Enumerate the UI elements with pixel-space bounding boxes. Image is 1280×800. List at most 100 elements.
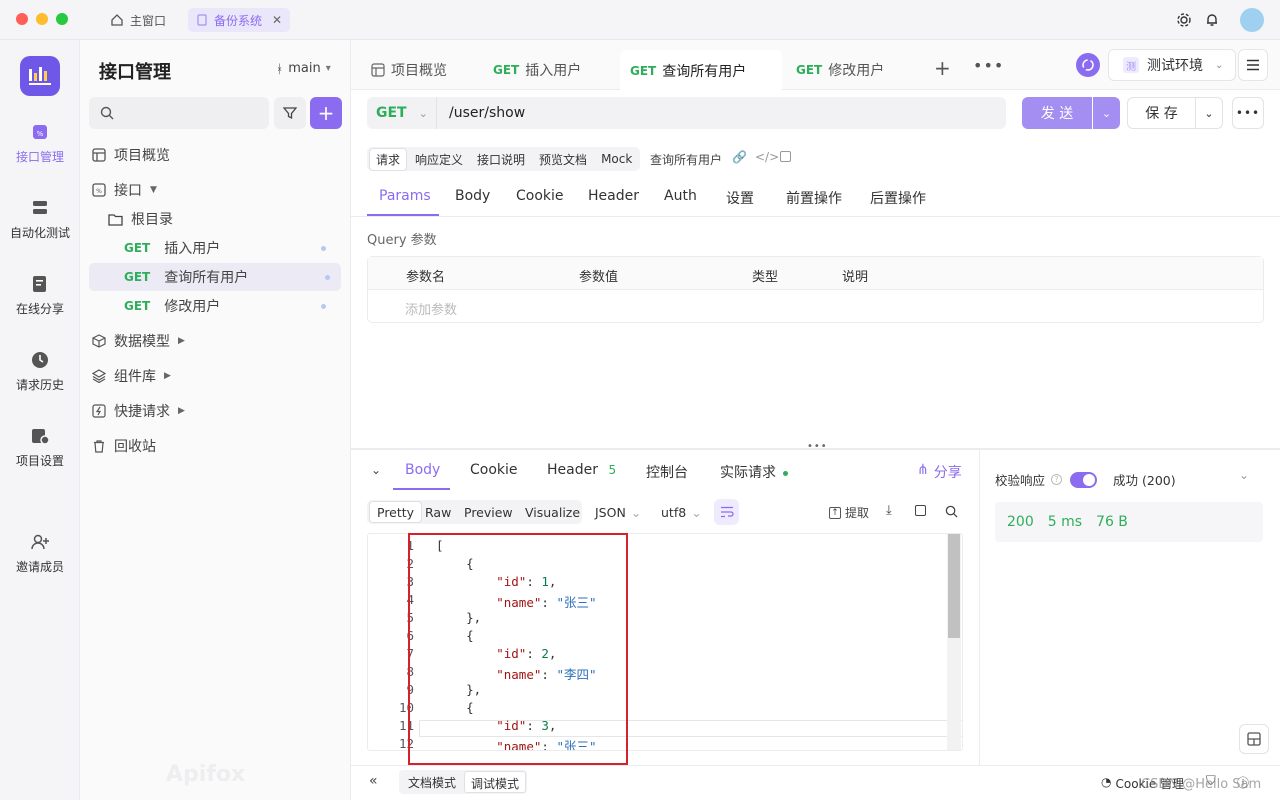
zoom-window-button[interactable] bbox=[56, 13, 68, 25]
filter-button[interactable] bbox=[274, 97, 306, 129]
more-tabs-icon[interactable]: ••• bbox=[973, 56, 1004, 75]
method-badge: GET bbox=[124, 299, 151, 313]
param-tab-header[interactable]: Header bbox=[588, 188, 639, 204]
window-tab-main[interactable]: 主窗口 bbox=[102, 8, 174, 32]
param-tab-auth[interactable]: Auth bbox=[664, 188, 697, 204]
branch-selector[interactable]: ᚼ main ▾ bbox=[276, 61, 331, 76]
nav-history[interactable]: 请求历史 bbox=[0, 350, 80, 393]
chevron-down-icon: ⌄ bbox=[418, 106, 428, 120]
add-button[interactable]: + bbox=[310, 97, 342, 129]
window-tab-backup[interactable]: 备份系统 ✕ bbox=[188, 8, 291, 32]
param-tab-params[interactable]: Params bbox=[379, 188, 431, 204]
tab-insert-user[interactable]: GET 插入用户 bbox=[483, 50, 618, 90]
tree-overview[interactable]: 项目概览 bbox=[92, 141, 170, 169]
view-raw[interactable]: Raw bbox=[418, 500, 458, 524]
param-tab-settings[interactable]: 设置 bbox=[726, 188, 754, 208]
code-icon[interactable]: </> bbox=[755, 150, 779, 164]
tree-endpoint-list[interactable]: GET 查询所有用户 bbox=[89, 263, 341, 291]
link-icon[interactable]: 🔗 bbox=[732, 150, 747, 164]
subtab-response-def[interactable]: 响应定义 bbox=[409, 149, 469, 170]
encoding-select[interactable]: utf8 ⌄ bbox=[654, 500, 709, 524]
param-tab-pre[interactable]: 前置操作 bbox=[786, 188, 842, 208]
nav-invite[interactable]: 邀请成员 bbox=[0, 532, 80, 575]
nav-automation[interactable]: 自动化测试 bbox=[0, 198, 80, 241]
download-icon[interactable]: ⤓ bbox=[886, 503, 892, 518]
view-preview[interactable]: Preview bbox=[457, 500, 520, 524]
sync-icon[interactable] bbox=[1076, 53, 1100, 77]
response-tab-cookie[interactable]: Cookie bbox=[470, 462, 518, 478]
tree-root-folder[interactable]: 根目录 bbox=[108, 205, 173, 233]
extract-button[interactable]: ↑ 提取 bbox=[829, 504, 869, 521]
tab-update-user[interactable]: GET 修改用户 bbox=[786, 50, 921, 90]
collapse-icon[interactable]: ⌄ bbox=[371, 463, 381, 477]
nav-share[interactable]: 在线分享 bbox=[0, 274, 80, 317]
subtab-mock[interactable]: Mock bbox=[595, 150, 638, 168]
subtab-preview-doc[interactable]: 预览文档 bbox=[533, 149, 593, 170]
doc-mode-button[interactable]: 文档模式 bbox=[400, 771, 464, 793]
save-button[interactable]: 保 存 bbox=[1127, 97, 1196, 129]
param-tab-post[interactable]: 后置操作 bbox=[870, 188, 926, 208]
debug-mode-button[interactable]: 调试模式 bbox=[464, 771, 527, 793]
search-icon[interactable] bbox=[945, 505, 958, 518]
tree-endpoint-update[interactable]: GET 修改用户 bbox=[124, 292, 334, 320]
nav-settings[interactable]: 项目设置 bbox=[0, 426, 80, 469]
caret-right-icon: ▶ bbox=[178, 406, 185, 416]
wrap-button[interactable] bbox=[714, 499, 739, 525]
layout-toggle-button[interactable] bbox=[1239, 724, 1269, 754]
menu-button[interactable] bbox=[1238, 49, 1268, 81]
share-button[interactable]: ⋔ 分享 bbox=[917, 462, 962, 482]
tree-api[interactable]: % 接口 ▼ bbox=[92, 176, 157, 204]
drag-handle-icon[interactable]: ••• bbox=[807, 441, 828, 452]
param-tab-cookie[interactable]: Cookie bbox=[516, 188, 564, 204]
tab-label: 插入用户 bbox=[525, 63, 582, 79]
search-input[interactable] bbox=[89, 97, 269, 129]
hamburger-icon bbox=[1247, 59, 1259, 71]
format-select[interactable]: JSON ⌄ bbox=[588, 500, 648, 524]
collapse-sidebar-icon[interactable]: « bbox=[369, 773, 378, 789]
close-window-button[interactable] bbox=[16, 13, 28, 25]
tree-trash[interactable]: 回收站 bbox=[92, 432, 156, 460]
response-tab-console[interactable]: 控制台 bbox=[646, 462, 688, 482]
chevron-down-icon[interactable]: ⌄ bbox=[1239, 468, 1249, 482]
chevron-down-icon: ⌄ bbox=[630, 504, 642, 520]
add-param-input[interactable]: 添加参数 bbox=[405, 299, 457, 318]
scrollbar-thumb[interactable] bbox=[948, 534, 960, 638]
close-tab-icon[interactable]: ✕ bbox=[272, 13, 282, 27]
env-badge: 测 bbox=[1123, 57, 1139, 73]
response-tab-body[interactable]: Body bbox=[405, 462, 440, 478]
status-select[interactable]: 成功 (200) bbox=[1113, 470, 1176, 489]
validate-toggle[interactable] bbox=[1070, 471, 1098, 488]
more-options-button[interactable]: ••• bbox=[1232, 97, 1264, 129]
tree-endpoint-insert[interactable]: GET 插入用户 bbox=[124, 234, 334, 262]
panel-icon[interactable] bbox=[780, 151, 791, 162]
tree-components[interactable]: 组件库 ▶ bbox=[92, 362, 171, 390]
response-tab-actual[interactable]: 实际请求 bbox=[720, 462, 789, 482]
subtab-request[interactable]: 请求 bbox=[369, 147, 408, 171]
help-icon[interactable]: ? bbox=[1051, 474, 1063, 485]
gear-icon[interactable] bbox=[1176, 12, 1192, 28]
avatar[interactable] bbox=[1240, 8, 1264, 32]
method-select[interactable]: GET ⌄ bbox=[367, 97, 437, 129]
nav-api-management[interactable]: % 接口管理 bbox=[0, 122, 80, 165]
tree-models[interactable]: 数据模型 ▶ bbox=[92, 327, 185, 355]
view-visualize[interactable]: Visualize bbox=[518, 500, 587, 524]
send-button[interactable]: 发 送 bbox=[1022, 97, 1092, 129]
tree-quick-request[interactable]: 快捷请求 ▶ bbox=[92, 397, 185, 425]
tab-project-overview[interactable]: 项目概览 bbox=[361, 50, 457, 90]
view-pretty[interactable]: Pretty bbox=[369, 501, 423, 523]
response-tab-header[interactable]: Header 5 bbox=[547, 462, 616, 478]
minimize-window-button[interactable] bbox=[36, 13, 48, 25]
bell-icon[interactable] bbox=[1204, 12, 1220, 28]
tab-label: 实际请求 bbox=[720, 465, 776, 481]
tab-label: 项目概览 bbox=[391, 63, 447, 79]
environment-selector[interactable]: 测 测试环境 ⌄ bbox=[1108, 49, 1236, 81]
subtab-description[interactable]: 接口说明 bbox=[471, 149, 531, 170]
api-icon: % bbox=[33, 125, 47, 139]
param-tab-body[interactable]: Body bbox=[455, 188, 490, 204]
save-options-button[interactable]: ⌄ bbox=[1196, 97, 1223, 129]
copy-icon[interactable] bbox=[915, 505, 926, 516]
new-tab-button[interactable]: + bbox=[934, 56, 951, 80]
url-input[interactable]: /user/show bbox=[449, 105, 525, 121]
tab-list-users[interactable]: GET 查询所有用户 bbox=[620, 50, 782, 91]
send-options-button[interactable]: ⌄ bbox=[1093, 97, 1120, 129]
